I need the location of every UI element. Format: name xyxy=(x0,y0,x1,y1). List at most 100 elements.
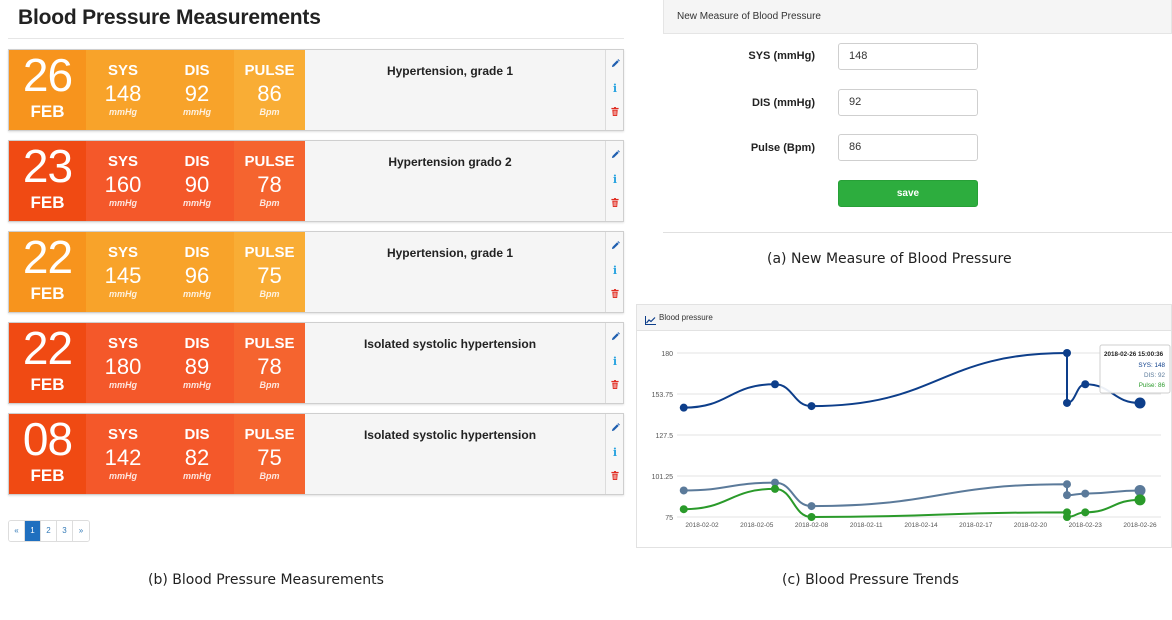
trash-icon[interactable] xyxy=(606,106,624,118)
sys-unit: mmHg xyxy=(108,380,137,390)
trash-icon[interactable] xyxy=(606,470,624,482)
sys-block: SYS 180 mmHg xyxy=(86,323,160,403)
tooltip-pulse: Pulse: 86 xyxy=(1139,382,1166,389)
trash-icon[interactable] xyxy=(606,288,624,300)
info-icon[interactable]: i xyxy=(606,83,624,95)
pulse-value: 75 xyxy=(257,263,282,288)
dis-block: DIS 89 mmHg xyxy=(160,323,234,403)
measurement-card-4: 22 FEB SYS 180 mmHg DIS 89 mmHg PULSE 78… xyxy=(8,322,624,404)
sys-point xyxy=(1063,398,1071,407)
pulse-point xyxy=(807,513,816,521)
y-tick-label: 153.75 xyxy=(652,392,674,399)
pulse-point xyxy=(771,484,779,493)
sys-line xyxy=(683,351,1141,409)
dis-unit: mmHg xyxy=(182,471,211,481)
date-block: 26 FEB xyxy=(9,50,86,130)
dis-label: DIS xyxy=(184,244,210,261)
pulse-point xyxy=(679,505,688,514)
blood-pressure-chart: 75 101.25 127.5 153.75 180 2018-02-02 2018-02-… xyxy=(652,344,1171,529)
pulse-block: PULSE 75 Bpm xyxy=(234,414,305,494)
pulse-label: PULSE xyxy=(244,335,295,352)
sys-value: 142 xyxy=(104,445,142,470)
dis-value: 96 xyxy=(184,263,210,288)
pulse-input[interactable]: 86 xyxy=(838,134,978,161)
pencil-icon[interactable] xyxy=(606,58,624,70)
x-tick-label: 2018-02-14 xyxy=(904,522,938,529)
sys-unit: mmHg xyxy=(108,471,137,481)
sys-field-label: SYS (mmHg) xyxy=(748,50,815,62)
measurement-month: FEB xyxy=(30,466,65,485)
page-2-button[interactable]: 2 xyxy=(41,521,57,541)
pencil-icon[interactable] xyxy=(606,240,624,252)
dis-label: DIS xyxy=(184,426,210,443)
measurement-day: 22 xyxy=(22,231,73,283)
dis-unit: mmHg xyxy=(182,107,211,117)
sys-point xyxy=(1063,349,1071,357)
info-icon[interactable]: i xyxy=(606,265,624,277)
page-3-button[interactable]: 3 xyxy=(57,521,73,541)
sys-point xyxy=(1134,397,1146,409)
date-block: 22 FEB xyxy=(9,323,86,403)
sys-label: SYS xyxy=(107,62,138,79)
dis-unit: mmHg xyxy=(182,198,211,208)
sys-point xyxy=(679,403,688,412)
pulse-label: PULSE xyxy=(244,62,295,79)
line-chart-icon xyxy=(645,312,656,330)
caption-chart: (c) Blood Pressure Trends xyxy=(782,572,959,588)
x-tick-label: 2018-02-20 xyxy=(1014,522,1048,529)
pencil-icon[interactable] xyxy=(606,422,624,434)
sys-point xyxy=(1081,380,1090,389)
dis-field-label: DIS (mmHg) xyxy=(752,97,815,109)
page-prev-button[interactable]: « xyxy=(9,521,25,541)
sys-label: SYS xyxy=(107,426,138,443)
diagnosis-label: Isolated systolic hypertension xyxy=(363,337,537,351)
new-measure-form: New Measure of Blood Pressure SYS (mmHg)… xyxy=(663,0,1172,233)
save-button[interactable]: save xyxy=(838,180,978,207)
pulse-block: PULSE 75 Bpm xyxy=(234,232,305,312)
title-divider xyxy=(8,38,624,39)
dis-block: DIS 90 mmHg xyxy=(160,141,234,221)
sys-block: SYS 160 mmHg xyxy=(86,141,160,221)
dis-value: 89 xyxy=(184,354,210,379)
card-actions: i xyxy=(605,323,623,403)
sys-label: SYS xyxy=(107,244,138,261)
dis-value: 90 xyxy=(184,172,210,197)
info-icon[interactable]: i xyxy=(606,356,624,368)
diagnosis-label: Isolated systolic hypertension xyxy=(363,428,537,442)
chart-title: Blood pressure xyxy=(659,313,713,322)
dis-value: 92 xyxy=(184,81,210,106)
sys-input[interactable]: 148 xyxy=(838,43,978,70)
dis-point xyxy=(1063,491,1071,500)
sys-value: 148 xyxy=(104,81,142,106)
diagnosis-label: Hypertension, grade 1 xyxy=(386,64,514,78)
pulse-unit: Bpm xyxy=(259,471,280,481)
sys-label: SYS xyxy=(107,335,138,352)
x-tick-label: 2018-02-23 xyxy=(1069,522,1103,529)
trash-icon[interactable] xyxy=(606,197,624,209)
info-icon[interactable]: i xyxy=(606,447,624,459)
pencil-icon[interactable] xyxy=(606,149,624,161)
measurement-card-3: 22 FEB SYS 145 mmHg DIS 96 mmHg PULSE 75… xyxy=(8,231,624,313)
sys-block: SYS 148 mmHg xyxy=(86,50,160,130)
dis-point xyxy=(807,502,816,511)
dis-input[interactable]: 92 xyxy=(838,89,978,116)
pulse-unit: Bpm xyxy=(259,107,280,117)
sys-point xyxy=(807,402,816,411)
trash-icon[interactable] xyxy=(606,379,624,391)
page-title: Blood Pressure Measurements xyxy=(18,6,321,29)
page-1-button[interactable]: 1 xyxy=(25,521,41,541)
sys-unit: mmHg xyxy=(108,198,137,208)
form-divider xyxy=(663,232,1172,233)
dis-label: DIS xyxy=(184,62,210,79)
dis-line xyxy=(683,481,1141,508)
form-header: New Measure of Blood Pressure xyxy=(663,0,1172,34)
chart-header: Blood pressure xyxy=(637,305,1171,331)
info-icon[interactable]: i xyxy=(606,174,624,186)
pulse-unit: Bpm xyxy=(259,380,280,390)
pulse-point xyxy=(1063,513,1071,521)
pulse-value: 78 xyxy=(257,354,282,379)
page-next-button[interactable]: » xyxy=(73,521,89,541)
chart-tooltip: 2018-02-26 15:00:36 SYS: 148 DIS: 92 Pulse:… xyxy=(1099,344,1171,394)
tooltip-dis: DIS: 92 xyxy=(1144,372,1165,379)
pencil-icon[interactable] xyxy=(606,331,624,343)
